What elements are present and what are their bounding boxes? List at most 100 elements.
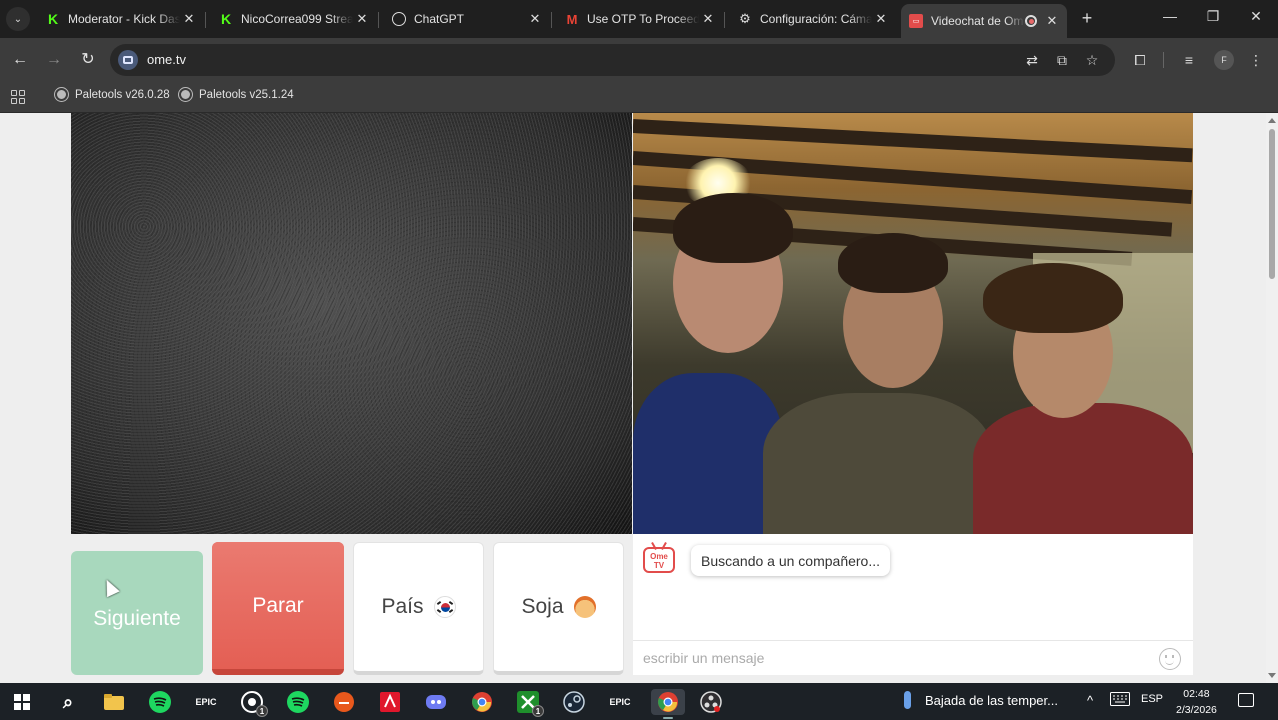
tab-gmail-otp[interactable]: M Use OTP To Proceed ✕ [557,4,723,34]
active-app-indicator [663,717,673,719]
bookmark-item[interactable]: Paletools v25.1.24 [179,88,294,101]
close-tab-icon[interactable]: ✕ [180,11,198,27]
chatgpt-icon [392,12,406,26]
scroll-down-arrow-icon[interactable] [1268,673,1276,678]
tab-kick-moderator[interactable]: K Moderator - Kick Dashboard ✕ [38,4,204,34]
chat-panel: Ome TV Buscando a un compañero... [633,534,1193,640]
search-icon[interactable]: ⌕ [55,689,81,715]
adobe-icon[interactable] [377,689,403,715]
next-button[interactable]: Siguiente [71,551,203,675]
apps-grid-icon[interactable] [11,90,25,104]
close-tab-icon[interactable]: ✕ [872,11,890,27]
profile-avatar[interactable]: F [1214,50,1234,70]
language-indicator[interactable]: ESP [1141,693,1163,705]
brave-icon[interactable] [331,689,357,715]
tab-ometv[interactable]: ▭ Videochat de Ome.tv ✕ [901,4,1067,38]
close-tab-icon[interactable]: ✕ [526,11,544,27]
notification-badge: 1 [532,705,544,717]
tab-strip: ⌄ K Moderator - Kick Dashboard ✕ K NicoC… [0,0,1278,38]
close-window-icon[interactable]: ✕ [1246,8,1266,25]
steam-icon[interactable] [561,689,587,715]
menu-kebab-icon[interactable]: ⋮ [1246,50,1266,70]
tab-separator [724,12,725,28]
tab-separator [551,12,552,28]
person-hair [983,263,1123,333]
next-button-label: Siguiente [93,607,181,630]
browser-toolbar: ← → ↻ ome.tv ⇄ ⧉ ☆ ⧠ ≡ F ⋮ [0,38,1278,82]
keyboard-icon[interactable] [1110,692,1130,709]
weather-text: Bajada de las temper... [925,692,1058,708]
tab-settings-camera[interactable]: ⚙ Configuración: Cámara ✕ [730,4,896,34]
windows-start-icon[interactable] [9,689,35,715]
obs-icon[interactable] [698,689,724,715]
country-label: País [381,595,424,618]
file-explorer-icon[interactable] [101,689,127,715]
recording-icon [1025,15,1037,27]
new-tab-icon[interactable]: + [1076,8,1098,29]
country-selector-button[interactable]: País [353,542,484,675]
close-tab-icon[interactable]: ✕ [699,11,717,27]
chrome-icon[interactable] [469,689,495,715]
notification-badge: 1 [256,705,268,717]
tab-title: NicoCorrea099 Stream [241,12,353,26]
install-app-icon[interactable]: ⧉ [1052,50,1072,70]
tab-search-chevron-icon[interactable]: ⌄ [6,7,30,31]
show-hidden-icons-chevron-icon[interactable]: ^ [1087,693,1093,708]
ceiling-beam [633,119,1193,163]
bookmark-star-icon[interactable]: ☆ [1082,50,1102,70]
message-bar [633,640,1193,675]
bookmarks-bar: Paletools v26.0.28 Paletools v25.1.24 [0,82,1278,113]
whatsapp-icon[interactable]: 1 [239,689,268,717]
forward-icon[interactable]: → [44,50,64,70]
person-emoji-icon [573,596,596,618]
kick-icon: K [47,11,59,27]
notification-center-icon[interactable] [1238,693,1254,707]
media-controls-icon[interactable]: ≡ [1179,50,1199,70]
logo-text-bottom: TV [653,561,665,570]
person-hair [838,233,948,293]
page-scrollbar[interactable] [1266,113,1278,683]
epic-label: EPIC [195,697,217,707]
discord-icon[interactable] [423,689,449,715]
epic-games-icon[interactable]: EPIC [193,689,219,715]
extensions-icon[interactable]: ⧠ [1130,50,1150,70]
xbox-icon[interactable]: 1 [515,689,544,717]
reload-icon[interactable]: ↻ [78,50,98,70]
spotify-icon[interactable] [285,689,311,715]
close-tab-icon[interactable]: ✕ [353,11,371,27]
address-bar[interactable]: ome.tv [110,44,1115,76]
epic-games-icon[interactable]: EPIC [607,689,633,715]
message-input[interactable] [633,641,1153,675]
translate-icon[interactable]: ⇄ [1022,50,1042,70]
close-tab-icon[interactable]: ✕ [1043,13,1061,29]
scroll-thumb[interactable] [1269,129,1275,279]
spotify-icon[interactable] [147,689,173,715]
tab-title: Configuración: Cámara [760,12,872,26]
gender-selector-button[interactable]: Soja [493,542,624,675]
tab-title: ChatGPT [414,12,465,26]
stop-button[interactable]: Parar [212,542,344,675]
bookmark-item[interactable]: Paletools v26.0.28 [55,88,170,101]
clock-time: 02:48 [1183,688,1210,700]
thermometer-icon [904,691,911,709]
weather-widget[interactable]: Bajada de las temper... [904,691,1058,709]
tab-chatgpt[interactable]: ChatGPT ✕ [384,4,550,34]
system-clock[interactable]: 02:48 2/3/2026 [1176,686,1217,718]
site-info-icon[interactable] [118,50,138,70]
person-shirt [763,393,993,534]
person-shirt [633,373,783,534]
back-icon[interactable]: ← [10,50,30,70]
minimize-icon[interactable]: — [1160,8,1180,24]
epic-label: EPIC [609,697,631,707]
clock-date: 2/3/2026 [1176,704,1217,716]
tab-kick-stream[interactable]: K NicoCorrea099 Stream ✕ [211,4,377,34]
stop-button-label: Parar [252,593,304,617]
globe-icon [179,88,192,101]
emoji-smiley-icon[interactable] [1159,648,1181,670]
restore-icon[interactable]: ❐ [1203,8,1223,25]
chrome-icon[interactable] [651,689,685,719]
tab-title: Moderator - Kick Dashboard [68,12,180,26]
self-webcam-video [633,113,1193,534]
scroll-up-arrow-icon[interactable] [1268,118,1276,123]
gender-label: Soja [521,595,564,618]
